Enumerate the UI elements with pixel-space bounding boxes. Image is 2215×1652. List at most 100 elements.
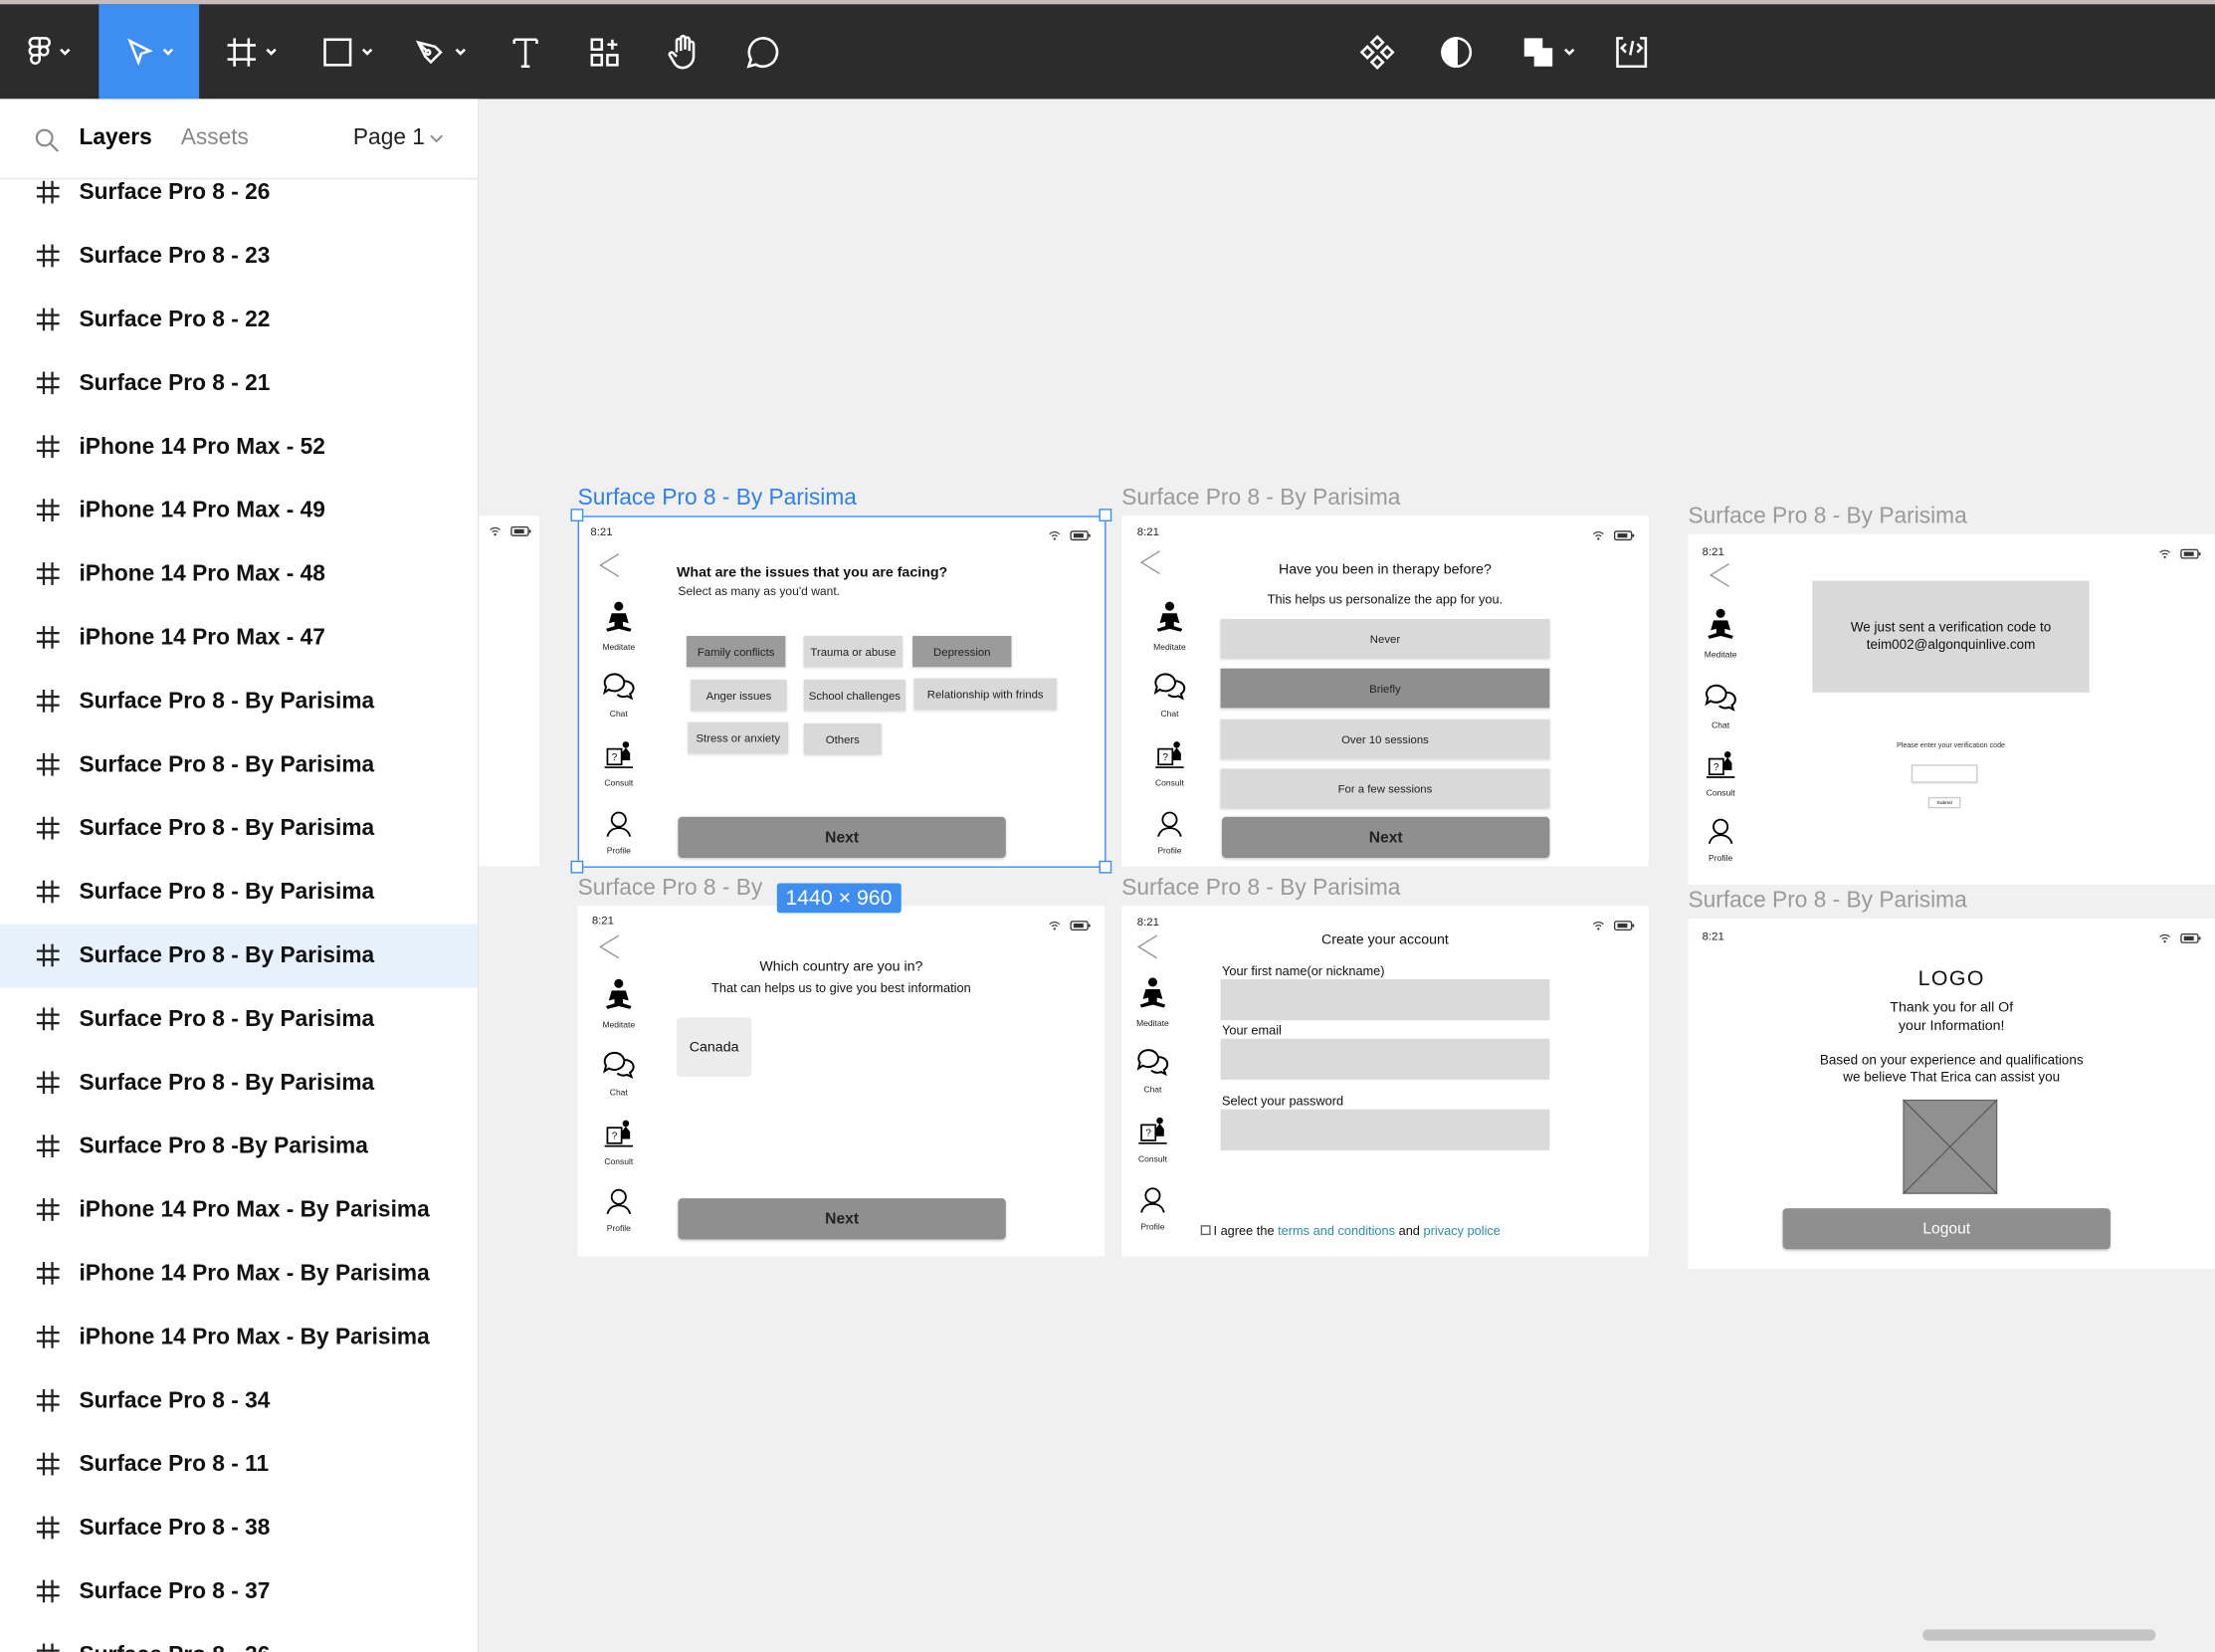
tab-assets[interactable]: Assets bbox=[181, 125, 249, 151]
nav-chat[interactable]: Chat bbox=[1141, 670, 1198, 720]
pen-tool-button[interactable] bbox=[401, 4, 479, 99]
chip-others[interactable]: Others bbox=[803, 723, 882, 755]
back-arrow-icon[interactable] bbox=[1135, 934, 1158, 960]
components-button[interactable] bbox=[1349, 4, 1406, 99]
nav-chat[interactable]: Chat bbox=[590, 670, 647, 720]
resources-button[interactable] bbox=[576, 4, 633, 99]
chip-stress[interactable]: Stress or anxiety bbox=[688, 722, 789, 753]
layer-item[interactable]: iPhone 14 Pro Max - 49 bbox=[0, 479, 478, 542]
verification-code-input[interactable] bbox=[1911, 764, 1978, 783]
chip-anger[interactable]: Anger issues bbox=[691, 680, 787, 712]
privacy-link[interactable]: privacy police bbox=[1424, 1224, 1501, 1238]
back-arrow-icon[interactable] bbox=[598, 552, 621, 578]
layer-item[interactable]: Surface Pro 8 - 22 bbox=[0, 289, 478, 352]
layer-item[interactable]: iPhone 14 Pro Max - By Parisima bbox=[0, 1306, 478, 1369]
nav-consult[interactable]: ? Consult bbox=[1124, 1115, 1181, 1164]
layer-item[interactable]: Surface Pro 8 - 11 bbox=[0, 1433, 478, 1497]
next-button[interactable]: Next bbox=[1221, 816, 1550, 858]
layer-item[interactable]: Surface Pro 8 -By Parisima bbox=[0, 1115, 478, 1178]
frame-partial-left[interactable] bbox=[479, 516, 540, 867]
chip-relationship[interactable]: Relationship with frinds bbox=[913, 678, 1057, 710]
submit-button[interactable]: Submit bbox=[1927, 796, 1961, 809]
next-button[interactable]: Next bbox=[678, 816, 1006, 858]
password-input[interactable] bbox=[1220, 1109, 1550, 1150]
text-tool-button[interactable] bbox=[498, 4, 554, 99]
email-input[interactable] bbox=[1220, 1038, 1550, 1080]
layer-item[interactable]: iPhone 14 Pro Max - By Parisima bbox=[0, 1178, 478, 1242]
layer-item[interactable]: Surface Pro 8 - By Parisima bbox=[0, 1051, 478, 1115]
layer-item[interactable]: iPhone 14 Pro Max - 52 bbox=[0, 415, 478, 479]
chevron-down-icon[interactable] bbox=[430, 132, 444, 143]
layer-item[interactable]: iPhone 14 Pro Max - 47 bbox=[0, 606, 478, 670]
horizontal-scrollbar[interactable] bbox=[1922, 1629, 2156, 1641]
country-select[interactable]: Canada bbox=[677, 1017, 752, 1078]
frame-label[interactable]: Surface Pro 8 - By Parisima bbox=[578, 486, 857, 512]
dev-mode-button[interactable] bbox=[1603, 4, 1660, 99]
nav-consult[interactable]: ? Consult bbox=[590, 1118, 647, 1167]
nav-consult[interactable]: ? Consult bbox=[590, 739, 647, 788]
option-never[interactable]: Never bbox=[1220, 618, 1550, 659]
chip-trauma[interactable]: Trauma or abuse bbox=[803, 636, 904, 668]
frame-label[interactable]: Surface Pro 8 - By Parisima bbox=[1688, 889, 1966, 915]
layer-item[interactable]: Surface Pro 8 - By Parisima bbox=[0, 924, 478, 988]
nav-profile[interactable]: Profile bbox=[1124, 1185, 1181, 1232]
back-arrow-icon[interactable] bbox=[1138, 549, 1161, 575]
nav-chat[interactable]: Chat bbox=[1124, 1046, 1181, 1096]
nav-profile[interactable]: Profile bbox=[590, 810, 647, 857]
frame-label[interactable]: Surface Pro 8 - By Parisima bbox=[1688, 505, 1966, 530]
nav-consult[interactable]: ? Consult bbox=[1141, 739, 1198, 788]
search-icon[interactable] bbox=[34, 127, 60, 153]
logout-button[interactable]: Logout bbox=[1782, 1208, 2111, 1250]
comment-tool-button[interactable] bbox=[734, 4, 791, 99]
frame-tool-button[interactable] bbox=[212, 4, 290, 99]
tab-layers[interactable]: Layers bbox=[79, 125, 151, 151]
nav-profile[interactable]: Profile bbox=[590, 1187, 647, 1234]
layer-item[interactable]: Surface Pro 8 - 36 bbox=[0, 1624, 478, 1652]
nav-meditate[interactable]: Meditate bbox=[590, 978, 647, 1030]
frame-therapy[interactable]: 8:21 Have you been in therapy before? Th… bbox=[1121, 516, 1649, 867]
boolean-button[interactable] bbox=[1509, 4, 1586, 99]
resize-handle[interactable] bbox=[570, 509, 584, 521]
layer-item[interactable]: Surface Pro 8 - By Parisima bbox=[0, 861, 478, 925]
layer-item[interactable]: Surface Pro 8 - 21 bbox=[0, 352, 478, 416]
frame-label[interactable]: Surface Pro 8 - By Parisima bbox=[1121, 486, 1400, 512]
next-button[interactable]: Next bbox=[678, 1198, 1006, 1240]
nav-profile[interactable]: Profile bbox=[1141, 810, 1198, 857]
nav-profile[interactable]: Profile bbox=[1693, 817, 1749, 864]
option-few[interactable]: For a few sessions bbox=[1220, 768, 1550, 809]
first-name-input[interactable] bbox=[1220, 979, 1550, 1021]
shape-tool-button[interactable] bbox=[307, 4, 385, 99]
resize-handle[interactable] bbox=[1099, 860, 1112, 874]
chip-school[interactable]: School challenges bbox=[803, 680, 906, 712]
layer-item[interactable]: Surface Pro 8 - By Parisima bbox=[0, 733, 478, 797]
nav-chat[interactable]: Chat bbox=[1693, 681, 1749, 730]
back-arrow-icon[interactable] bbox=[598, 934, 621, 960]
nav-meditate[interactable]: Meditate bbox=[1141, 601, 1198, 653]
layer-item[interactable]: Surface Pro 8 - 23 bbox=[0, 225, 478, 289]
frame-label[interactable]: Surface Pro 8 - By Parisima bbox=[1121, 876, 1400, 902]
chip-depression[interactable]: Depression bbox=[912, 636, 1012, 668]
frame-account[interactable]: 8:21 Create your account Your first name… bbox=[1121, 906, 1649, 1257]
layer-item[interactable]: Surface Pro 8 - 26 bbox=[0, 179, 478, 224]
frame-verify[interactable]: 8:21 We just sent a verification code to… bbox=[1688, 533, 2215, 885]
canvas[interactable]: Surface Pro 8 - By Parisima 8:21 What ar… bbox=[479, 99, 2215, 1652]
back-arrow-icon[interactable] bbox=[1708, 562, 1730, 588]
nav-meditate[interactable]: Meditate bbox=[1124, 976, 1181, 1029]
layer-item[interactable]: Surface Pro 8 - By Parisima bbox=[0, 988, 478, 1052]
layer-item[interactable]: Surface Pro 8 - By Parisima bbox=[0, 670, 478, 733]
layer-item[interactable]: Surface Pro 8 - 34 bbox=[0, 1369, 478, 1433]
option-over-10[interactable]: Over 10 sessions bbox=[1220, 719, 1550, 759]
layer-item[interactable]: Surface Pro 8 - 37 bbox=[0, 1560, 478, 1624]
hand-tool-button[interactable] bbox=[656, 4, 712, 99]
layer-item[interactable]: Surface Pro 8 - 38 bbox=[0, 1497, 478, 1560]
resize-handle[interactable] bbox=[1099, 509, 1112, 521]
main-menu-button[interactable] bbox=[0, 4, 99, 99]
terms-link[interactable]: terms and conditions bbox=[1278, 1224, 1395, 1238]
frame-country[interactable]: 8:21 Which country are you in? That can … bbox=[577, 906, 1106, 1257]
layer-item[interactable]: Surface Pro 8 - By Parisima bbox=[0, 797, 478, 861]
nav-consult[interactable]: ? Consult bbox=[1693, 749, 1749, 798]
frame-label[interactable]: Surface Pro 8 - By bbox=[578, 876, 763, 902]
frame-issues[interactable]: 8:21 What are the issues that you are fa… bbox=[577, 516, 1106, 867]
mask-button[interactable] bbox=[1428, 4, 1485, 99]
nav-meditate[interactable]: Meditate bbox=[590, 601, 647, 653]
